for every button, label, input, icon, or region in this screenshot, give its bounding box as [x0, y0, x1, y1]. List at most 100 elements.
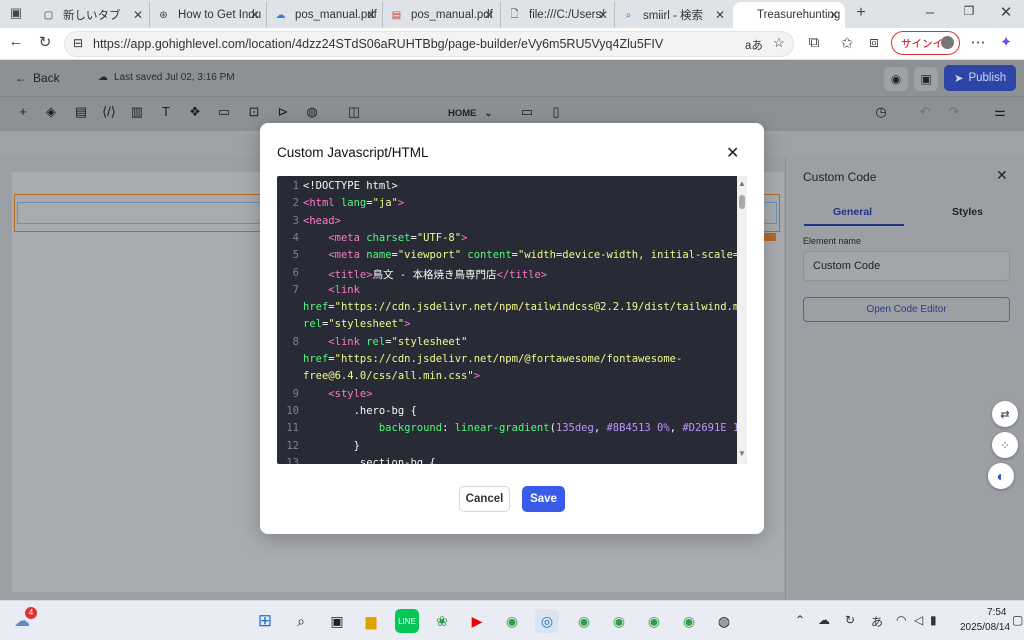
code-icon[interactable]: ⟨/⟩ [100, 104, 118, 120]
mobile-view-icon[interactable]: ▯ [547, 104, 565, 120]
close-icon[interactable]: ✕ [726, 143, 739, 163]
copilot-icon[interactable]: ✦ [996, 33, 1016, 51]
paint-icon[interactable]: ▥ [128, 104, 146, 120]
read-aloud-icon[interactable]: aあ [745, 37, 763, 53]
code-editor[interactable]: 1 <!DOCTYPE html> 2 <html lang="ja"> 3 <head>… [277, 176, 747, 464]
open-code-editor-button[interactable]: Open Code Editor [803, 297, 1010, 322]
close-tab-icon[interactable]: ✕ [598, 8, 608, 22]
text-icon[interactable]: T [157, 104, 175, 119]
chrome-profile-icon[interactable]: ◉ [677, 609, 701, 633]
extensions-icon[interactable]: ⧉ [804, 34, 824, 51]
code-line: <html lang="ja"> [303, 197, 404, 209]
tab-styles[interactable]: Styles [952, 206, 983, 218]
clock-time[interactable]: 7:54 [987, 607, 1006, 618]
chrome-icon[interactable]: ◉ [500, 609, 524, 633]
browser-tab[interactable]: ☁ pos_manual.pdf ✕ [268, 2, 383, 28]
refresh-icon[interactable]: ↻ [35, 33, 55, 51]
chrome-profile-icon[interactable]: ◉ [572, 609, 596, 633]
editor-scrollbar[interactable]: ▲ ▼ [737, 176, 747, 464]
desktop-view-icon[interactable]: ▭ [518, 104, 536, 120]
section-icon[interactable]: ▭ [215, 104, 233, 120]
browser-tab[interactable]: ▤ pos_manual.pdf ✕ [384, 2, 501, 28]
line-icon[interactable]: LINE [395, 609, 419, 633]
translate-icon[interactable]: ⇄ [992, 401, 1018, 427]
back-arrow-icon[interactable]: ← [6, 33, 26, 50]
publish-button[interactable]: ➤ Publish [944, 65, 1016, 91]
app-icon[interactable]: ❀ [430, 609, 454, 633]
chat-bot-icon[interactable]: ◐ [988, 463, 1014, 489]
palette-icon[interactable]: ◍ [303, 104, 321, 120]
browser-tab[interactable]: ⊛ How to Get Indu ✕ [151, 2, 267, 28]
minimize-icon[interactable]: – [920, 4, 940, 21]
start-icon[interactable]: ⊞ [253, 609, 277, 633]
browser-tab[interactable]: ▢ 新しいタブ ✕ [36, 2, 150, 28]
address-bar-row: ← ↻ ⊟ https://app.gohighlevel.com/locati… [0, 28, 1024, 60]
close-tab-icon[interactable]: ✕ [366, 8, 376, 22]
save-disk-icon[interactable]: ▣ [914, 67, 938, 91]
columns-icon[interactable]: ◫ [345, 104, 363, 120]
chrome-profile-icon[interactable]: ◉ [642, 609, 666, 633]
notifications-icon[interactable]: ▢ [1012, 613, 1023, 627]
terminal-icon[interactable]: ⊳ [274, 104, 292, 120]
close-tab-icon[interactable]: ✕ [715, 8, 725, 22]
signin-button[interactable]: サインイン [891, 31, 960, 55]
redo-icon[interactable]: ↷ [945, 104, 963, 120]
chevron-up-icon[interactable]: ⌃ [795, 613, 805, 627]
close-tab-icon[interactable]: ✕ [133, 8, 143, 22]
collections-icon[interactable]: ⧈ [864, 34, 884, 51]
browser-tab[interactable]: 🗋 file:///C:/Users/✕ [502, 2, 615, 28]
volume-icon[interactable]: ◁ [914, 613, 923, 627]
chrome-profile-icon[interactable]: ◉ [607, 609, 631, 633]
youtube-icon[interactable]: ▶ [465, 609, 489, 633]
close-tab-icon[interactable]: ✕ [250, 8, 260, 22]
apps-icon[interactable]: ⁘ [992, 432, 1018, 458]
app-icon[interactable]: ◍ [712, 609, 736, 633]
favorites-icon[interactable]: ✩ [837, 34, 857, 52]
scroll-thumb[interactable] [739, 195, 745, 209]
url-input[interactable]: ⊟ https://app.gohighlevel.com/location/4… [64, 31, 794, 57]
search-icon[interactable]: ⌕ [289, 609, 313, 633]
blocks-icon[interactable]: ❖ [186, 104, 204, 120]
code-token: "https://cdn.jsdelivr.net/npm/@fortaweso… [334, 353, 683, 365]
cancel-button[interactable]: Cancel [459, 486, 510, 512]
page-selector[interactable]: HOME ⌄ [448, 108, 492, 119]
file-explorer-icon[interactable]: ▆ [359, 609, 383, 633]
forms-icon[interactable]: ▤ [72, 104, 90, 120]
scroll-up-icon[interactable]: ▲ [738, 179, 746, 188]
history-icon[interactable]: ◷ [872, 104, 890, 120]
edge-icon[interactable]: ◎ [535, 609, 559, 633]
undo-icon[interactable]: ↶ [916, 104, 934, 120]
clock-date[interactable]: 2025/08/14 [960, 622, 1010, 633]
close-tab-icon[interactable]: ✕ [484, 8, 494, 22]
new-tab-button[interactable]: + [851, 4, 871, 22]
code-token: "UTF-8" [416, 231, 462, 244]
sync-icon[interactable]: ↻ [845, 613, 855, 627]
code-token: "https://cdn.jsdelivr.net/npm/tailwindcs… [334, 301, 747, 314]
more-menu-icon[interactable]: ⋯ [968, 33, 988, 51]
close-tab-icon[interactable]: ✕ [829, 8, 839, 22]
onedrive-icon[interactable]: ☁ [818, 613, 830, 627]
close-icon[interactable]: ✕ [996, 167, 1008, 184]
preview-eye-icon[interactable]: ◉ [884, 67, 908, 91]
layers-icon[interactable]: ◈ [42, 104, 60, 120]
task-view-icon[interactable]: ▣ [325, 609, 349, 633]
scroll-down-icon[interactable]: ▼ [738, 449, 746, 458]
maximize-icon[interactable]: ❐ [959, 4, 979, 18]
settings-sliders-icon[interactable]: ⚌ [991, 104, 1009, 120]
save-button[interactable]: Save [522, 486, 565, 512]
browser-tab-active[interactable]: Treasurehunting ✕ [733, 2, 845, 28]
browser-tab[interactable]: ⌕ smiirl - 検索 ✕ [616, 2, 731, 28]
wifi-icon[interactable]: ◠ [896, 613, 906, 627]
ime-indicator[interactable]: あ [871, 613, 883, 630]
battery-icon[interactable]: ▮ [930, 613, 937, 627]
back-button[interactable]: ← Back [15, 71, 60, 85]
favorite-star-icon[interactable]: ☆ [773, 35, 785, 51]
element-name-field[interactable]: Custom Code [803, 251, 1010, 281]
close-window-icon[interactable]: ✕ [996, 3, 1016, 21]
seo-icon[interactable]: ⊡ [245, 104, 263, 120]
site-info-icon[interactable]: ⊟ [73, 36, 83, 50]
code-line: <meta name="viewport" content="width=dev… [303, 249, 747, 261]
add-element-icon[interactable]: + [14, 104, 32, 119]
tab-actions-icon[interactable]: ▣ [6, 5, 26, 21]
tab-general[interactable]: General [833, 206, 872, 218]
